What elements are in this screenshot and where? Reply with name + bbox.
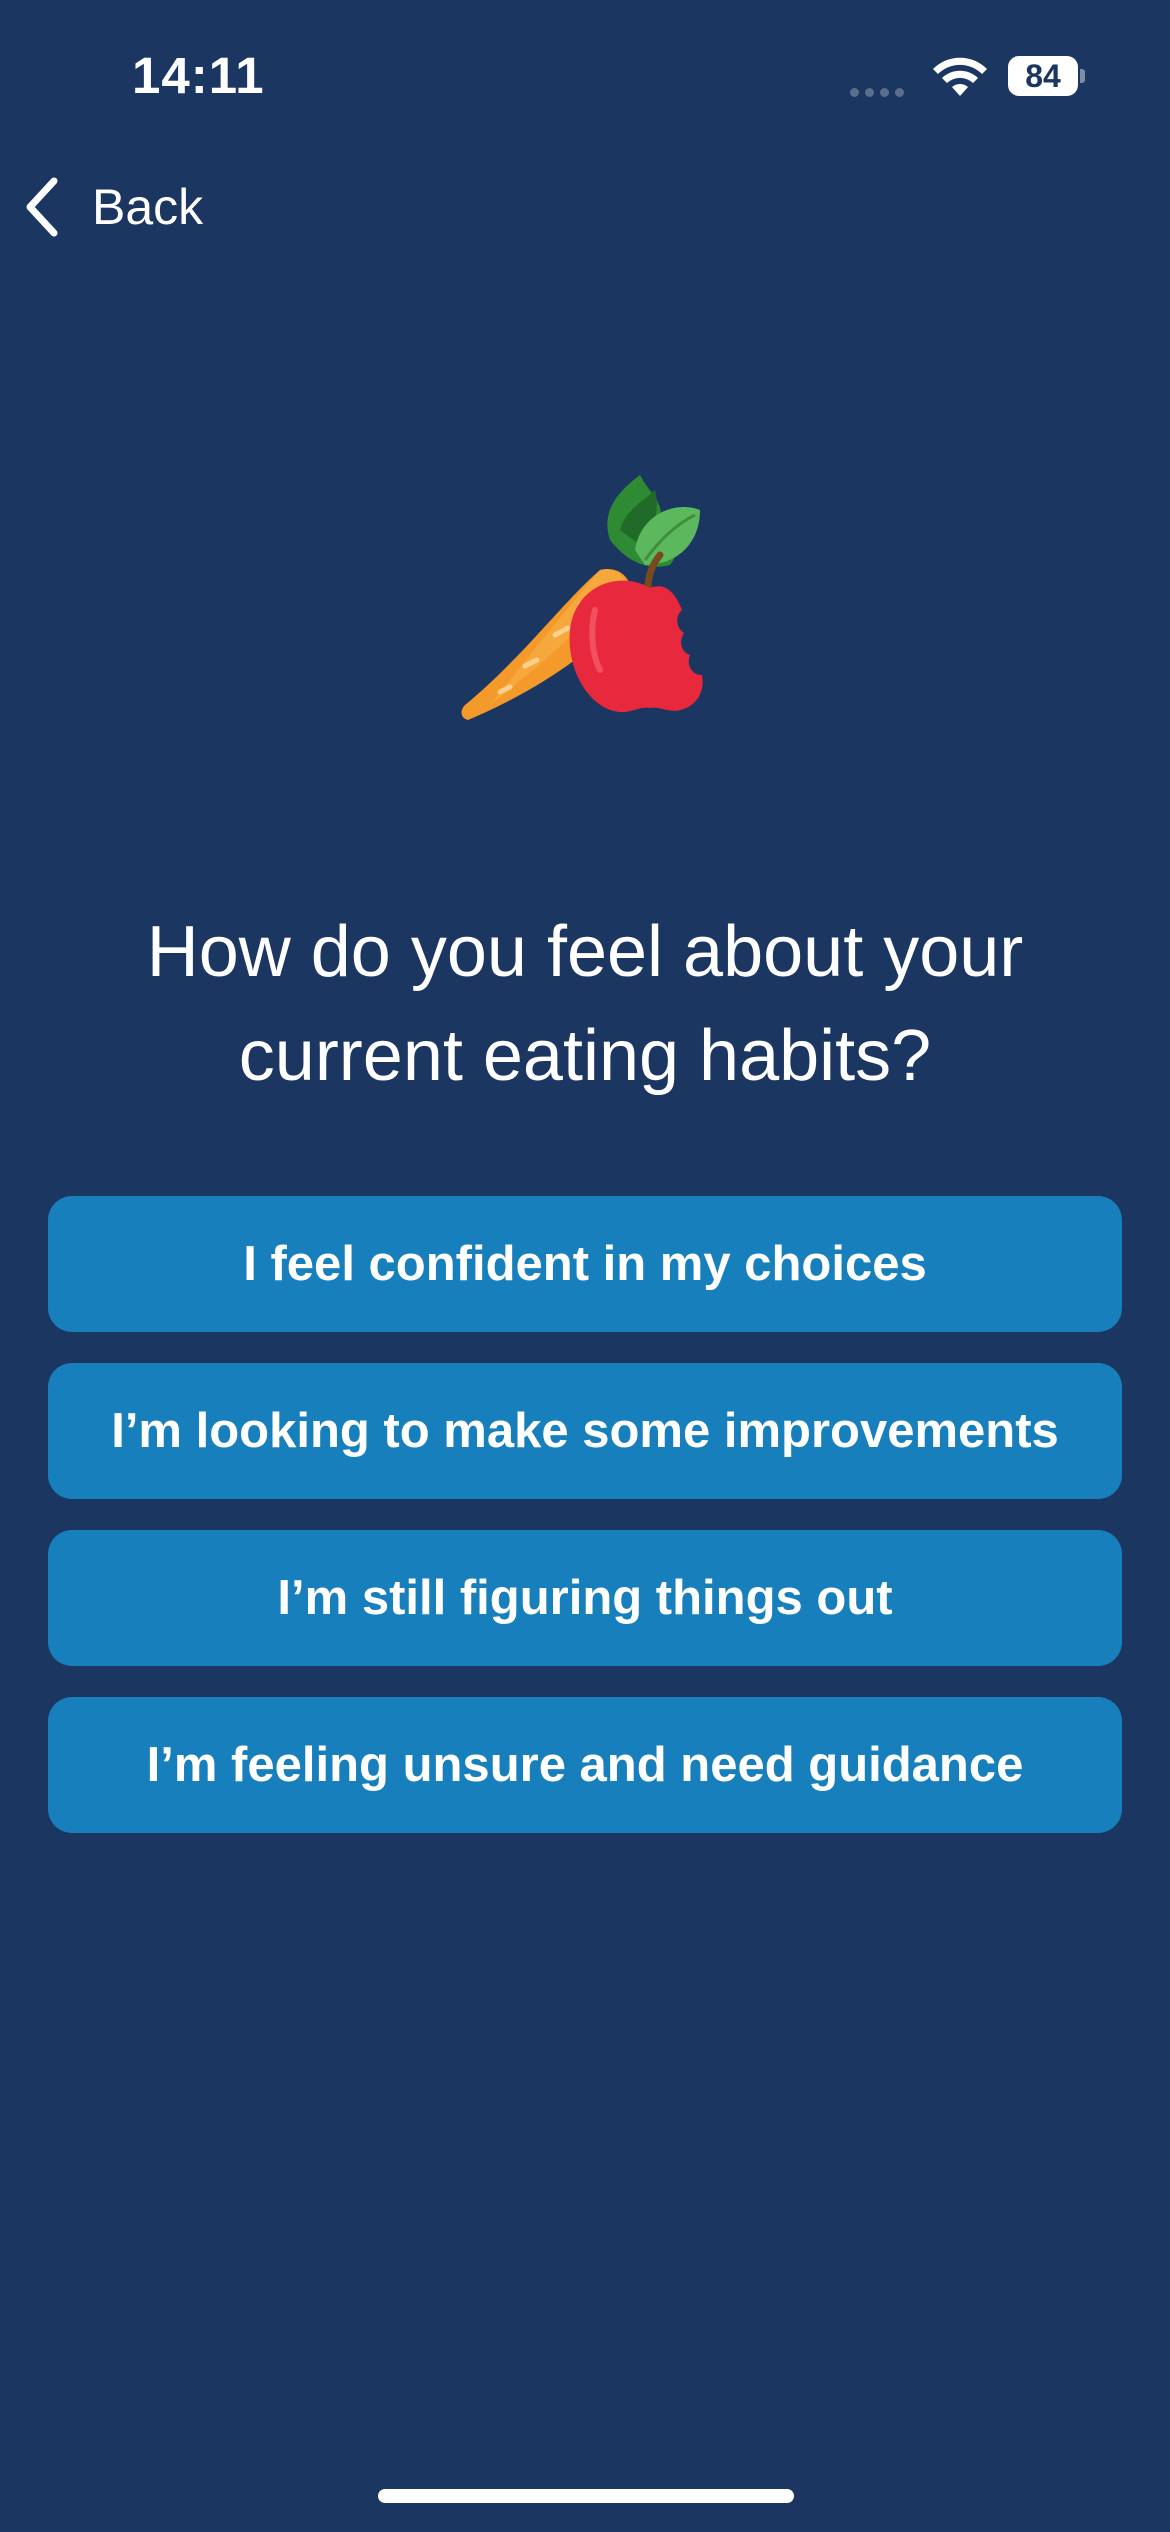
status-time: 14:11 bbox=[132, 47, 265, 104]
chevron-left-icon bbox=[26, 177, 58, 237]
option-improvements-button[interactable]: I’m looking to make some improvements bbox=[48, 1363, 1122, 1499]
back-button[interactable]: Back bbox=[24, 172, 203, 242]
option-figuring-out-button[interactable]: I’m still figuring things out bbox=[48, 1530, 1122, 1666]
battery-level: 84 bbox=[1008, 56, 1078, 96]
back-label: Back bbox=[92, 179, 204, 235]
wifi-icon bbox=[933, 57, 987, 96]
option-confident-button[interactable]: I feel confident in my choices bbox=[48, 1196, 1122, 1332]
option-need-guidance-button[interactable]: I’m feeling unsure and need guidance bbox=[48, 1697, 1122, 1833]
battery-icon: 84 bbox=[1008, 56, 1086, 96]
question-title: How do you feel about your current eatin… bbox=[146, 912, 1024, 1096]
status-icons: 84 bbox=[850, 52, 1100, 102]
screen: 14:11 84 Back How do you feel about your… bbox=[0, 0, 1170, 2532]
answer-options: I feel confident in my choices I’m looki… bbox=[48, 1196, 1122, 1864]
cellular-signal-icon bbox=[850, 84, 910, 102]
carrot-apple-icon bbox=[461, 475, 703, 720]
home-indicator[interactable] bbox=[378, 2489, 794, 2503]
